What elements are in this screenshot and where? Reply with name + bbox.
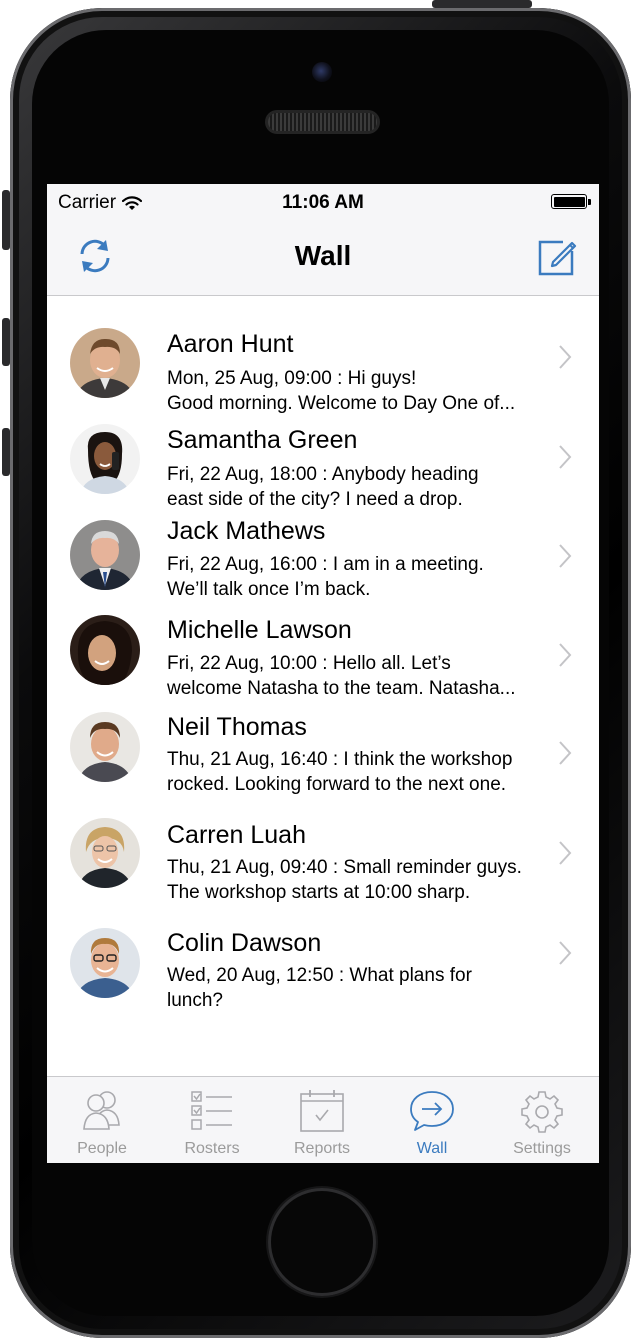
- chevron-right-icon: [559, 941, 572, 965]
- avatar: [70, 424, 140, 494]
- post-preview-line: Fri, 22 Aug, 16:00 : I am in a meeting.: [167, 554, 484, 575]
- home-button[interactable]: [268, 1188, 376, 1296]
- people-icon: [83, 1091, 120, 1130]
- earpiece-speaker: [265, 110, 380, 134]
- page-title: Wall: [294, 240, 352, 271]
- tab-people[interactable]: People: [47, 1077, 157, 1163]
- checklist-icon: [191, 1091, 232, 1130]
- post-preview: Thu, 21 Aug, 16:40 : I think the worksho…: [167, 747, 562, 797]
- chevron-right-icon: [559, 643, 572, 667]
- post-preview-line: lunch?: [167, 990, 223, 1011]
- post-preview: Wed, 20 Aug, 12:50 : What plans for lunc…: [167, 963, 562, 1013]
- avatar: [70, 928, 140, 998]
- status-bar: Carrier 11:06 AM: [47, 184, 599, 220]
- post-author: Jack Mathews: [167, 517, 326, 545]
- avatar: [70, 520, 140, 590]
- post-preview-line: Fri, 22 Aug, 18:00 : Anybody heading: [167, 464, 479, 485]
- tab-rosters[interactable]: Rosters: [157, 1077, 267, 1163]
- chevron-right-icon: [559, 345, 572, 369]
- post-preview-line: welcome Natasha to the team. Natasha...: [167, 678, 516, 699]
- chevron-right-icon: [559, 544, 572, 568]
- post-preview-line: Thu, 21 Aug, 09:40 : Small reminder guys…: [167, 857, 522, 878]
- post-preview: Fri, 22 Aug, 16:00 : I am in a meeting. …: [167, 552, 562, 602]
- avatar: [70, 615, 140, 685]
- app-screen: Carrier 11:06 AM Wall Aaron Hunt Mon, 25…: [47, 184, 599, 1163]
- post-author: Neil Thomas: [167, 713, 307, 741]
- post-preview-line: rocked. Looking forward to the next one.: [167, 774, 507, 795]
- post-preview: Thu, 21 Aug, 09:40 : Small reminder guys…: [167, 855, 562, 905]
- volume-up-button: [2, 318, 10, 366]
- post-preview: Fri, 22 Aug, 10:00 : Hello all. Let’s we…: [167, 651, 562, 701]
- battery-icon: [551, 194, 591, 209]
- post-preview-line: The workshop starts at 10:00 sharp.: [167, 882, 471, 903]
- tab-settings[interactable]: Settings: [487, 1077, 597, 1163]
- tab-bar: People Rosters Reports Wall Settings: [47, 1076, 599, 1163]
- post-author: Colin Dawson: [167, 929, 322, 957]
- compose-icon: [538, 240, 577, 276]
- tab-label: Reports: [293, 1140, 351, 1157]
- post-preview-line: Fri, 22 Aug, 10:00 : Hello all. Let’s: [167, 653, 451, 674]
- post-preview-line: east side of the city? I need a drop.: [167, 489, 463, 510]
- avatar: [70, 818, 140, 888]
- chevron-right-icon: [559, 445, 572, 469]
- power-button: [432, 0, 532, 8]
- front-camera: [312, 62, 332, 82]
- tab-label: Settings: [513, 1140, 571, 1157]
- tab-label: Wall: [416, 1140, 448, 1157]
- tab-wall[interactable]: Wall: [377, 1077, 487, 1163]
- volume-down-button: [2, 428, 10, 476]
- post-preview-line: Mon, 25 Aug, 09:00 : Hi guys!: [167, 368, 417, 389]
- post-author: Carren Luah: [167, 821, 306, 849]
- post-preview-line: We’ll talk once I’m back.: [167, 579, 371, 600]
- chevron-right-icon: [559, 741, 572, 765]
- avatar: [70, 328, 140, 398]
- gear-icon: [521, 1091, 563, 1133]
- post-preview: Fri, 22 Aug, 18:00 : Anybody heading eas…: [167, 462, 562, 512]
- post-preview: Mon, 25 Aug, 09:00 : Hi guys! Good morni…: [167, 366, 562, 416]
- silent-switch: [2, 190, 10, 250]
- post-author: Samantha Green: [167, 426, 358, 454]
- tab-label: Rosters: [184, 1140, 240, 1157]
- chat-bubble-arrow-icon: [410, 1091, 454, 1131]
- avatar: [70, 712, 140, 782]
- post-preview-line: Good morning. Welcome to Day One of...: [167, 393, 516, 414]
- navigation-bar: Wall: [47, 220, 599, 296]
- post-preview-line: Thu, 21 Aug, 16:40 : I think the worksho…: [167, 749, 513, 770]
- post-author: Aaron Hunt: [167, 330, 294, 358]
- tab-reports[interactable]: Reports: [267, 1077, 377, 1163]
- chevron-right-icon: [559, 841, 572, 865]
- post-preview-line: Wed, 20 Aug, 12:50 : What plans for: [167, 965, 472, 986]
- status-time: 11:06 AM: [282, 192, 364, 213]
- tab-label: People: [77, 1140, 127, 1157]
- compose-button[interactable]: [537, 235, 579, 277]
- calendar-check-icon: [300, 1090, 344, 1132]
- post-author: Michelle Lawson: [167, 616, 352, 644]
